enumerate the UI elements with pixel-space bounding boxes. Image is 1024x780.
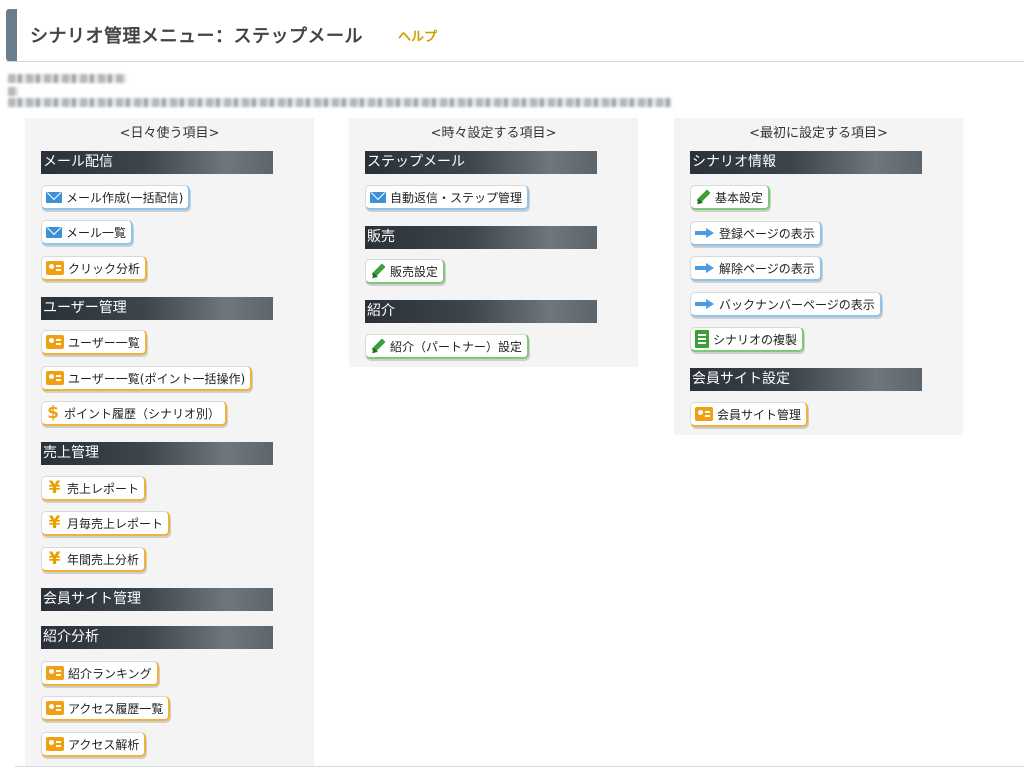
button-label: アクセス解析	[68, 737, 140, 752]
user-card-icon	[46, 371, 64, 385]
button-label: メール一覧	[66, 225, 127, 240]
blurred-text-line	[8, 98, 672, 107]
section-referral: 紹介	[365, 300, 597, 323]
button-label: ポイント履歴（シナリオ別）	[64, 406, 221, 421]
arrow-right-icon	[695, 299, 715, 309]
yen-icon: ¥	[48, 478, 61, 498]
page-title: シナリオ管理メニュー：ステップメール	[30, 26, 363, 47]
button-label: 年間売上分析	[67, 552, 140, 567]
mail-list-button[interactable]: メール一覧	[41, 220, 134, 245]
button-label: ユーザー一覧(ポイント一括操作)	[68, 371, 246, 386]
button-label: 基本設定	[715, 190, 764, 205]
section-user-management: ユーザー管理	[41, 297, 273, 320]
section-sales: 販売	[365, 226, 597, 249]
show-registration-page-button[interactable]: 登録ページの表示	[690, 221, 822, 246]
partner-settings-button[interactable]: 紹介（パートナー）設定	[365, 334, 530, 359]
pencil-icon	[370, 263, 386, 279]
column-heading: <最初に設定する項目>	[749, 126, 888, 141]
column-heading: <時々設定する項目>	[430, 126, 557, 141]
button-label: メール作成(一括配信)	[66, 190, 184, 205]
section-member-site-management: 会員サイト管理	[41, 588, 273, 611]
button-label: シナリオの複製	[713, 332, 798, 347]
member-site-management-button[interactable]: 会員サイト管理	[690, 402, 809, 427]
referral-ranking-button[interactable]: 紹介ランキング	[41, 661, 159, 686]
user-list-button[interactable]: ユーザー一覧	[41, 330, 147, 355]
page-header: シナリオ管理メニュー：ステップメール ヘルプ	[6, 9, 1024, 62]
access-analysis-button[interactable]: アクセス解析	[41, 732, 147, 757]
point-history-button[interactable]: $ ポイント履歴（シナリオ別）	[41, 401, 228, 426]
button-label: バックナンバーページの表示	[719, 297, 875, 312]
show-backnumber-page-button[interactable]: バックナンバーページの表示	[690, 292, 882, 317]
section-scenario-info: シナリオ情報	[690, 151, 922, 174]
header-accent-bar	[6, 9, 17, 61]
button-label: 紹介ランキング	[68, 666, 152, 681]
button-label: 紹介（パートナー）設定	[390, 339, 523, 354]
yen-icon: ¥	[48, 549, 61, 569]
blurred-text-line	[8, 74, 126, 83]
button-label: アクセス履歴一覧	[68, 701, 164, 716]
sales-report-button[interactable]: ¥ 売上レポート	[41, 476, 147, 501]
help-link[interactable]: ヘルプ	[398, 26, 437, 45]
dollar-icon: $	[47, 403, 59, 423]
access-history-button[interactable]: アクセス履歴一覧	[41, 696, 171, 721]
auto-reply-step-button[interactable]: 自動返信・ステップ管理	[365, 185, 530, 210]
section-sales-management: 売上管理	[41, 442, 273, 465]
column-daily-items: <日々使う項目> メール配信 メール作成(一括配信) メール一覧 クリック分析 …	[25, 118, 314, 766]
user-card-icon	[46, 335, 64, 349]
section-referral-analysis: 紹介分析	[41, 626, 273, 649]
user-card-icon	[46, 261, 64, 275]
button-label: 自動返信・ステップ管理	[390, 190, 523, 205]
monthly-sales-report-button[interactable]: ¥ 月毎売上レポート	[41, 511, 171, 536]
user-card-icon	[46, 737, 64, 751]
mail-icon	[46, 191, 62, 203]
button-label: 会員サイト管理	[717, 407, 802, 422]
pencil-icon	[695, 189, 711, 205]
annual-sales-analysis-button[interactable]: ¥ 年間売上分析	[41, 547, 147, 572]
button-label: 解除ページの表示	[719, 261, 815, 276]
blurred-text-line	[8, 87, 18, 96]
button-label: 月毎売上レポート	[67, 516, 164, 531]
section-mail-delivery: メール配信	[41, 151, 273, 174]
button-label: クリック分析	[68, 261, 141, 276]
document-icon	[695, 330, 709, 348]
section-step-mail: ステップメール	[365, 151, 597, 174]
pencil-icon	[370, 338, 386, 354]
user-card-icon	[695, 407, 713, 421]
mail-icon	[370, 191, 386, 203]
show-unsubscribe-page-button[interactable]: 解除ページの表示	[690, 256, 822, 281]
column-heading: <日々使う項目>	[119, 126, 220, 141]
user-card-icon	[46, 666, 64, 680]
sales-settings-button[interactable]: 販売設定	[365, 259, 446, 284]
column-sometimes-items: <時々設定する項目> ステップメール 自動返信・ステップ管理 販売 販売設定 紹…	[349, 118, 638, 367]
button-label: 販売設定	[390, 264, 439, 279]
bottom-divider	[15, 766, 1024, 767]
arrow-right-icon	[695, 263, 715, 273]
button-label: 売上レポート	[67, 481, 140, 496]
user-list-points-button[interactable]: ユーザー一覧(ポイント一括操作)	[41, 366, 253, 391]
column-first-items: <最初に設定する項目> シナリオ情報 基本設定 登録ページの表示 解除ページの表…	[674, 118, 963, 435]
button-label: 登録ページの表示	[719, 226, 815, 241]
click-analysis-button[interactable]: クリック分析	[41, 256, 148, 281]
duplicate-scenario-button[interactable]: シナリオの複製	[690, 327, 805, 352]
section-member-site-settings: 会員サイト設定	[690, 368, 922, 391]
create-mail-button[interactable]: メール作成(一括配信)	[41, 185, 191, 210]
basic-settings-button[interactable]: 基本設定	[690, 185, 771, 210]
button-label: ユーザー一覧	[68, 335, 140, 350]
user-card-icon	[46, 701, 64, 715]
yen-icon: ¥	[48, 513, 61, 533]
arrow-right-icon	[695, 228, 715, 238]
mail-icon	[46, 226, 62, 238]
